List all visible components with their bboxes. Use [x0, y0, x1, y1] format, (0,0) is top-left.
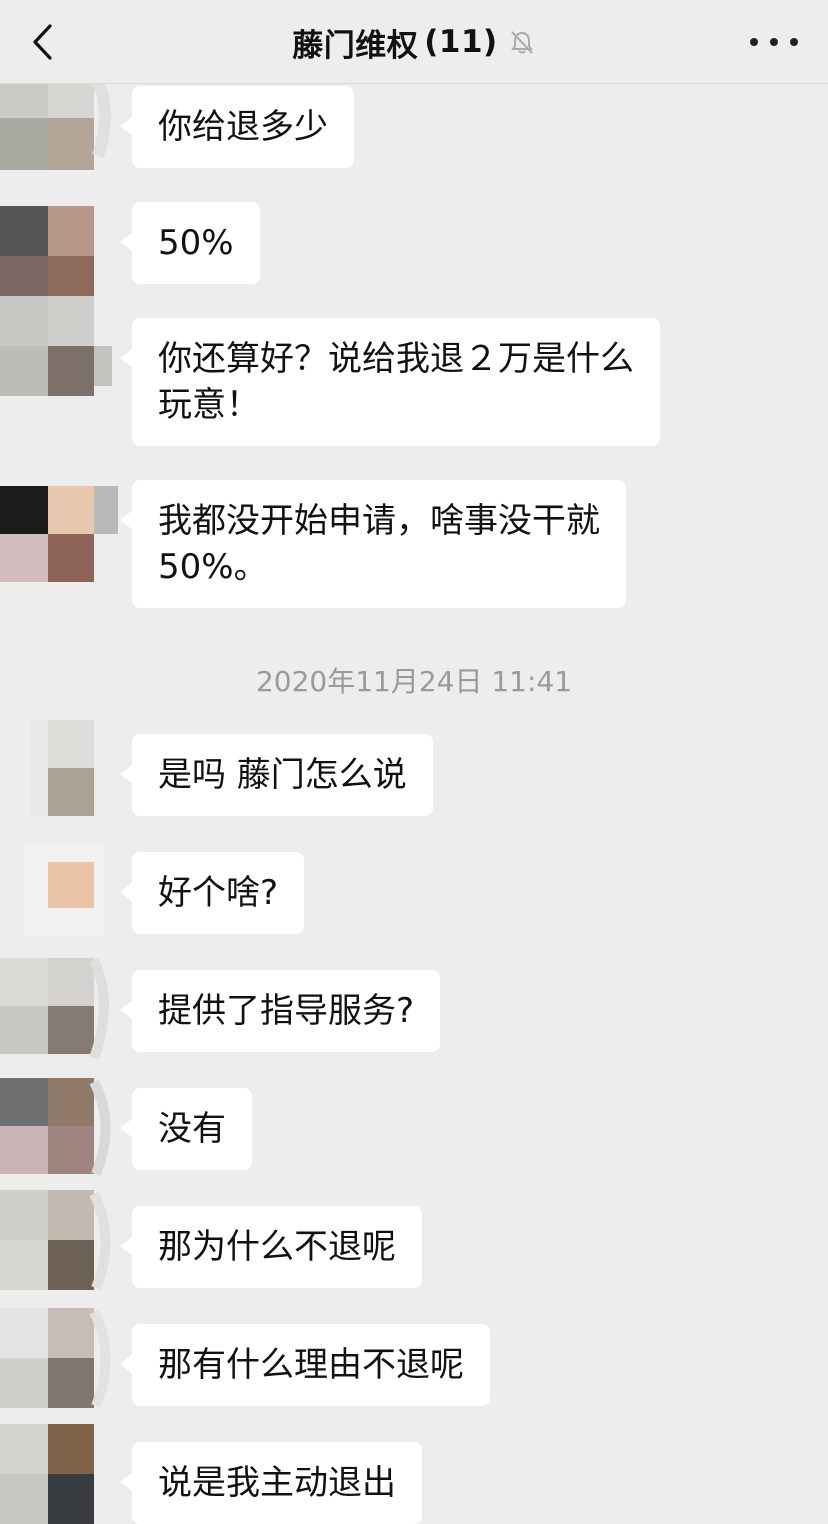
avatar[interactable] — [0, 957, 109, 1060]
bell-muted-icon — [510, 31, 533, 54]
message-list[interactable]: 你给退多少 50% 你还算好？说给我退２万是什么 玩意！ 我都没开始申请，啥事没… — [0, 84, 828, 1524]
avatar[interactable] — [0, 844, 104, 942]
message-bubble[interactable]: 你给退多少 — [120, 86, 354, 168]
chat-title: 藤门维权 — [292, 27, 419, 64]
member-count: (11) — [424, 24, 498, 60]
avatar[interactable] — [0, 486, 118, 586]
avatar[interactable] — [0, 296, 112, 396]
avatar[interactable] — [0, 1424, 96, 1524]
message-bubble[interactable]: 那有什么理由不退呢 — [120, 1324, 490, 1406]
message-bubble[interactable]: 我都没开始申请，啥事没干就 50%。 — [120, 480, 626, 608]
avatar[interactable] — [0, 1308, 111, 1408]
avatar[interactable] — [0, 84, 112, 170]
chat-title-group: 藤门维权 (11) — [0, 22, 828, 64]
avatar[interactable] — [0, 1078, 111, 1176]
message-bubble[interactable]: 那为什么不退呢 — [120, 1206, 422, 1288]
message-bubble[interactable]: 是吗 藤门怎么说 — [120, 734, 433, 816]
message-bubble[interactable]: 50% — [120, 202, 260, 284]
more-button[interactable] — [750, 22, 798, 62]
avatar[interactable] — [0, 206, 96, 306]
more-dots-icon — [750, 38, 758, 46]
message-bubble[interactable]: 没有 — [120, 1088, 252, 1170]
avatar[interactable] — [0, 720, 96, 822]
message-bubble[interactable]: 你还算好？说给我退２万是什么 玩意！ — [120, 318, 660, 446]
timestamp: 2020年11月24日 11:41 — [255, 665, 573, 698]
message-bubble[interactable]: 提供了指导服务? — [119, 970, 441, 1052]
chat-header: 藤门维权 (11) — [0, 0, 828, 84]
message-bubble[interactable]: 好个啥? — [119, 852, 305, 934]
message-bubble[interactable]: 说是我主动退出 — [120, 1442, 422, 1524]
avatar[interactable] — [0, 1190, 111, 1290]
